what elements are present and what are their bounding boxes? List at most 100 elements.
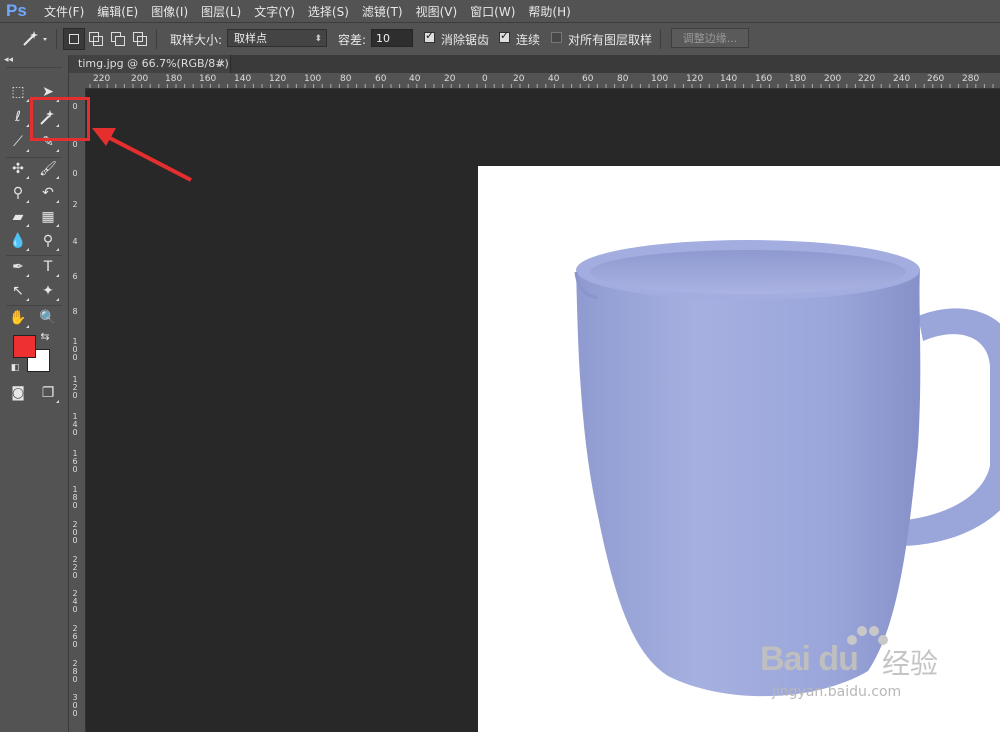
- ruler-label: 40: [548, 74, 560, 84]
- ruler-label: 2 0 0: [72, 520, 78, 545]
- eraser-tool-icon[interactable]: ▰: [6, 206, 30, 228]
- add-to-selection-button[interactable]: [85, 28, 107, 50]
- menu-select[interactable]: 选择(S): [308, 3, 349, 20]
- screen-mode-icon[interactable]: ❐: [36, 382, 60, 404]
- ruler-label: 2 6 0: [72, 624, 78, 649]
- clone-stamp-tool-icon[interactable]: ⚲: [6, 182, 30, 204]
- menu-file[interactable]: 文件(F): [44, 3, 84, 20]
- options-bar: 取样大小: 取样点 ⬍ 容差: 10 消除锯齿 连续 对所有图层取样 调整边缘.…: [0, 22, 1000, 56]
- path-selection-tool-icon[interactable]: ↖: [6, 280, 30, 302]
- ruler-label: 0: [72, 140, 78, 149]
- ruler-label: 200: [824, 74, 842, 84]
- ruler-label: 80: [340, 74, 352, 84]
- ruler-label: 180: [789, 74, 807, 84]
- contiguous-checkbox[interactable]: [499, 29, 510, 43]
- hand-tool-icon[interactable]: ✋: [6, 307, 30, 329]
- watermark-brand: Bai du: [760, 640, 859, 678]
- vertical-ruler[interactable]: 0 0 0 2 4 6 8 1 0 0 1 2 0 1 4 0 1 6 0 1 …: [69, 88, 86, 732]
- sample-all-layers-label: 对所有图层取样: [568, 32, 653, 47]
- brush-tool-icon[interactable]: 🖌: [36, 158, 60, 180]
- ruler-label: 280: [962, 74, 980, 84]
- tolerance-input[interactable]: 10: [371, 29, 413, 47]
- history-brush-tool-icon[interactable]: ↶: [36, 182, 60, 204]
- ruler-label: 220: [858, 74, 876, 84]
- sample-size-label: 取样大小:: [170, 32, 223, 47]
- swap-colors-icon[interactable]: ⇆: [38, 330, 52, 344]
- ruler-corner: [69, 73, 86, 88]
- ruler-label: 120: [269, 74, 287, 84]
- menu-items: 文件(F) 编辑(E) 图像(I) 图层(L) 文字(Y) 选择(S) 滤镜(T…: [44, 0, 584, 22]
- ruler-label: 2: [72, 200, 78, 209]
- crop-tool-icon[interactable]: ⟋: [6, 131, 30, 153]
- lasso-tool-icon[interactable]: ℓ: [6, 106, 30, 128]
- ruler-label: 120: [686, 74, 704, 84]
- healing-brush-tool-icon[interactable]: ✣: [6, 158, 30, 180]
- intersect-selection-button[interactable]: [129, 28, 151, 50]
- ruler-label: 2 4 0: [72, 589, 78, 614]
- ruler-label: 0: [72, 169, 78, 178]
- blur-tool-icon[interactable]: 💧: [6, 230, 30, 252]
- marquee-tool-icon[interactable]: ⬚: [6, 81, 30, 103]
- ruler-label: 160: [755, 74, 773, 84]
- ruler-label: 2 8 0: [72, 659, 78, 684]
- ruler-label: 180: [165, 74, 183, 84]
- ruler-label: 1 0 0: [72, 337, 78, 362]
- foreground-color-swatch[interactable]: [13, 335, 36, 358]
- shape-tool-icon[interactable]: ✦: [36, 280, 60, 302]
- annotation-arrow-icon: [92, 128, 192, 182]
- ruler-label: 60: [582, 74, 594, 84]
- type-tool-icon[interactable]: T: [36, 256, 60, 278]
- ruler-label: 80: [617, 74, 629, 84]
- ruler-label: 260: [927, 74, 945, 84]
- sample-size-select[interactable]: 取样点 ⬍: [227, 29, 327, 47]
- close-icon[interactable]: ×: [217, 55, 226, 73]
- horizontal-ruler[interactable]: 220 200 180 160 140 120 100 80 60 40 20 …: [86, 73, 1000, 89]
- menu-edit[interactable]: 编辑(E): [97, 3, 138, 20]
- menu-view[interactable]: 视图(V): [416, 3, 458, 20]
- default-colors-icon[interactable]: ◧: [8, 361, 22, 375]
- collapse-panel-icon[interactable]: ◂◂: [4, 55, 13, 65]
- refine-edge-button[interactable]: 调整边缘...: [671, 28, 749, 48]
- ruler-label: 140: [720, 74, 738, 84]
- new-selection-button[interactable]: [63, 28, 85, 50]
- ruler-label: 1 8 0: [72, 485, 78, 510]
- zoom-tool-icon[interactable]: 🔍: [36, 307, 60, 329]
- grip: [6, 67, 62, 68]
- dodge-tool-icon[interactable]: ⚲: [36, 230, 60, 252]
- pen-tool-icon[interactable]: ✒: [6, 256, 30, 278]
- gradient-tool-icon[interactable]: ▦: [36, 206, 60, 228]
- magic-wand-preset-picker[interactable]: [18, 23, 48, 55]
- separator: [660, 29, 661, 49]
- tab-bar-background: [231, 55, 1000, 73]
- ruler-label: 220: [93, 74, 111, 84]
- ruler-label: 140: [234, 74, 252, 84]
- ruler-label: 240: [893, 74, 911, 84]
- quick-mask-icon[interactable]: ◙: [6, 382, 30, 404]
- sample-all-layers-checkbox[interactable]: [551, 32, 562, 43]
- ruler-label: 100: [304, 74, 322, 84]
- ruler-label: 0: [482, 74, 488, 84]
- ruler-label: 200: [131, 74, 149, 84]
- menu-image[interactable]: 图像(I): [151, 3, 188, 20]
- document-tab[interactable]: timg.jpg @ 66.7%(RGB/8#) ×: [69, 55, 231, 73]
- ruler-label: 20: [513, 74, 525, 84]
- antialias-checkbox[interactable]: [424, 29, 435, 43]
- menu-help[interactable]: 帮助(H): [528, 3, 570, 20]
- ruler-label: 20: [444, 74, 456, 84]
- watermark-cn: 经验: [882, 647, 939, 680]
- ruler-label: 160: [199, 74, 217, 84]
- ruler-label: 1 4 0: [72, 412, 78, 437]
- menu-bar: Ps 文件(F) 编辑(E) 图像(I) 图层(L) 文字(Y) 选择(S) 滤…: [0, 0, 1000, 22]
- menu-window[interactable]: 窗口(W): [470, 3, 515, 20]
- ruler-label: 2 2 0: [72, 555, 78, 580]
- watermark-url: jingyan.baidu.com: [772, 684, 902, 700]
- app-logo: Ps: [6, 1, 27, 20]
- separator: [156, 29, 157, 49]
- menu-type[interactable]: 文字(Y): [254, 3, 295, 20]
- ruler-label: 1 6 0: [72, 449, 78, 474]
- menu-layer[interactable]: 图层(L): [201, 3, 241, 20]
- menu-filter[interactable]: 滤镜(T): [362, 3, 403, 20]
- document-image[interactable]: Bai du 经验 jingyan.baidu.com: [478, 166, 1000, 732]
- antialias-label: 消除锯齿: [441, 32, 490, 47]
- subtract-from-selection-button[interactable]: [107, 28, 129, 50]
